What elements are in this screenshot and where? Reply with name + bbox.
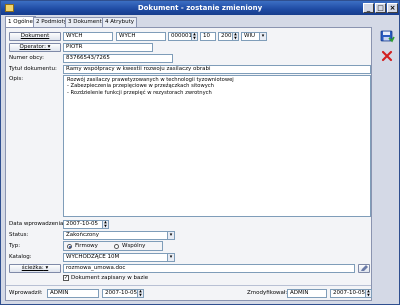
document-number-field[interactable]: 000001 ▲ ▼ — [168, 32, 198, 41]
type-label: Typ: — [9, 243, 21, 249]
spinner-icon[interactable]: ▲ ▼ — [102, 221, 108, 228]
entered-by-label: Wprowadził: — [9, 290, 43, 296]
path-button[interactable]: ścieżka: ▾ — [9, 264, 61, 273]
description-line: - Rozdzielenie funkcji przepięć w rezyst… — [67, 89, 212, 96]
status-label: Status: — [9, 232, 29, 238]
modified-date: 2007-10-05 — [333, 290, 365, 296]
spinner-icon[interactable]: ▲ ▼ — [232, 33, 238, 40]
modified-by-label: Zmodyfikował: — [247, 290, 288, 296]
dokument-window: Dokument - zostanie zmieniony _ □ × 1 Og… — [0, 0, 400, 305]
window-title: Dokument - zostanie zmieniony — [137, 4, 263, 12]
minimize-button[interactable]: _ — [363, 3, 374, 13]
document-button[interactable]: Dokument — [9, 32, 61, 41]
description-textarea[interactable]: Rozwój zasilaczy prawetyzowanych w techn… — [63, 75, 371, 217]
general-panel: Dokument WYCH WYCH 000001 ▲ ▼ 10 2007 ▲ ▼ … — [5, 27, 372, 301]
entered-by-field: ADMIN — [47, 289, 99, 298]
entry-date: 2007-10-05 — [66, 221, 98, 227]
cancel-button[interactable] — [379, 49, 395, 63]
document-suffix-select[interactable]: WIU ▾ — [241, 32, 267, 41]
tab-attributes[interactable]: 4 Atrybuty — [102, 17, 137, 27]
entry-date-field[interactable]: 2007-10-05 ▲ ▼ — [63, 220, 109, 229]
type-company-label: Firmowy — [75, 243, 98, 249]
operator-label: Operator: — [19, 44, 46, 50]
status-select[interactable]: Zakończony ▾ — [63, 231, 175, 240]
tab-general[interactable]: 1 Ogólne — [5, 16, 36, 27]
close-button[interactable]: × — [387, 3, 398, 13]
type-shared-radio[interactable] — [114, 244, 119, 249]
spinner-icon: ▲ ▼ — [365, 290, 371, 297]
entered-date: 2007-10-05 — [105, 290, 137, 296]
document-type-field[interactable]: WYCH — [63, 32, 113, 41]
catalog-label: Katalog: — [9, 254, 32, 260]
catalog-select[interactable]: WYCHODZĄCE 10M ▾ — [63, 253, 175, 262]
browse-button[interactable] — [358, 264, 370, 273]
modified-date-field: 2007-10-05 ▲ ▼ — [330, 289, 372, 298]
save-icon — [380, 30, 395, 43]
chevron-down-icon: ▾ — [45, 265, 49, 271]
chevron-down-icon[interactable]: ▾ — [259, 33, 266, 40]
entered-date-field: 2007-10-05 ▲ ▼ — [102, 289, 144, 298]
operator-field[interactable]: PIOTR — [63, 43, 153, 52]
document-suffix: WIU — [244, 33, 256, 39]
status-value: Zakończony — [66, 232, 99, 238]
title-label: Tytuł dokumentu: — [9, 66, 57, 72]
chevron-down-icon: ▾ — [47, 44, 51, 50]
title-bar: Dokument - zostanie zmieniony _ □ × — [1, 1, 399, 15]
path-label: ścieżka: — [21, 265, 44, 271]
chevron-down-icon[interactable]: ▾ — [167, 232, 174, 239]
pencil-icon — [361, 265, 368, 271]
operator-button[interactable]: Operator: ▾ — [9, 43, 61, 52]
spinner-icon[interactable]: ▲ ▼ — [191, 33, 197, 40]
document-type-field-2[interactable]: WYCH — [116, 32, 166, 41]
spinner-icon: ▲ ▼ — [137, 290, 143, 297]
document-year-field[interactable]: 2007 ▲ ▼ — [218, 32, 239, 41]
saved-in-db-label: Dokument zapisany w bazie — [71, 275, 149, 281]
save-button[interactable] — [379, 29, 395, 43]
cancel-icon — [381, 50, 393, 62]
saved-in-db-checkbox[interactable]: ✓ — [63, 275, 69, 281]
catalog-value: WYCHODZĄCE 10M — [66, 254, 120, 260]
modified-by-field: ADMIN — [287, 289, 327, 298]
maximize-button[interactable]: □ — [375, 3, 386, 13]
type-company-radio[interactable] — [67, 244, 72, 249]
document-number: 000001 — [171, 33, 192, 39]
type-shared-label: Wspólny — [122, 243, 146, 249]
entry-date-label: Data wprowadzenia: — [9, 221, 66, 227]
document-month-field[interactable]: 10 — [200, 32, 216, 41]
chevron-down-icon[interactable]: ▾ — [167, 254, 174, 261]
divider — [6, 285, 371, 286]
external-number-field[interactable]: 83766543/7265 — [63, 54, 173, 63]
title-field[interactable]: Ramy współpracy w kwestii rozwoju zasila… — [63, 65, 371, 74]
type-radio-group: Firmowy Wspólny — [63, 241, 163, 251]
description-label: Opis: — [9, 76, 24, 82]
external-number-label: Numer obcy: — [9, 55, 44, 61]
path-field[interactable]: rozmowa_umowa.doc — [63, 264, 355, 273]
